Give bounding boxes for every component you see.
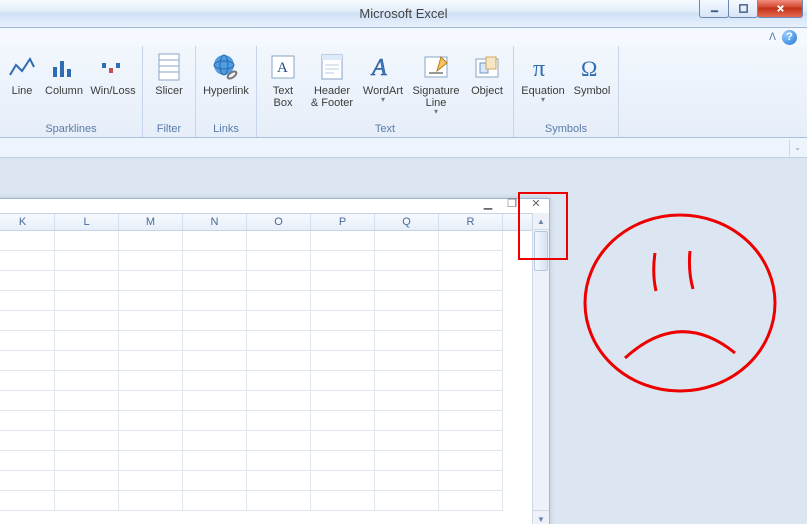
sheet-restore-button[interactable]: ❐	[505, 197, 519, 209]
symbol-icon: Ω	[576, 51, 608, 83]
dropdown-arrow-icon: ▾	[541, 97, 545, 103]
header-footer-button[interactable]: Header & Footer	[307, 48, 357, 112]
slicer-icon	[153, 51, 185, 83]
help-icon[interactable]: ?	[782, 30, 797, 45]
svg-text:π: π	[533, 56, 545, 81]
dropdown-arrow-icon: ▾	[434, 109, 438, 115]
sparkline-column-button[interactable]: Column	[42, 48, 86, 100]
label: Object	[471, 85, 503, 97]
signature-line-icon	[420, 51, 452, 83]
sheet-close-button[interactable]: ✕	[529, 197, 543, 209]
header-footer-icon	[316, 51, 348, 83]
svg-text:A: A	[277, 60, 288, 76]
label: Win/Loss	[90, 85, 135, 97]
dropdown-arrow-icon: ▾	[381, 97, 385, 103]
column-header[interactable]: M	[119, 214, 183, 230]
worksheet-window: ▁ ❐ ✕ K L M N O P Q R	[0, 198, 550, 524]
sheet-minimize-button[interactable]: ▁	[481, 197, 495, 209]
workspace: ▁ ❐ ✕ K L M N O P Q R	[0, 158, 807, 524]
vertical-scrollbar[interactable]: ▲ ▼	[532, 213, 549, 524]
scroll-thumb[interactable]	[534, 231, 548, 271]
maximize-button[interactable]	[728, 0, 758, 18]
ribbon-collapse-icon[interactable]: ᐱ	[769, 32, 776, 43]
group-label: Symbols	[518, 122, 614, 137]
app-title: Microsoft Excel	[0, 6, 807, 21]
group-symbols: π Equation ▾ Ω Symbol Symbols	[514, 46, 619, 137]
label: Hyperlink	[203, 85, 249, 97]
column-header[interactable]: P	[311, 214, 375, 230]
signature-line-button[interactable]: Signature Line ▾	[409, 48, 463, 119]
column-header[interactable]: R	[439, 214, 503, 230]
group-label: Sparklines	[4, 122, 138, 137]
scroll-up-icon[interactable]: ▲	[533, 213, 549, 230]
scroll-down-icon[interactable]: ▼	[533, 510, 549, 524]
help-row: ᐱ ?	[0, 28, 807, 46]
svg-text:A: A	[370, 55, 387, 81]
group-filter: Slicer Filter	[143, 46, 196, 137]
label: Line	[12, 85, 33, 97]
group-label: Text	[261, 122, 509, 137]
group-text: A Text Box Header & Footer A WordArt ▾	[257, 46, 514, 137]
cell-grid[interactable]	[0, 231, 549, 511]
svg-text:Ω: Ω	[581, 56, 597, 81]
group-links: Hyperlink Links	[196, 46, 257, 137]
object-icon	[471, 51, 503, 83]
sparkline-winloss-button[interactable]: Win/Loss	[88, 48, 138, 100]
hyperlink-icon	[210, 51, 242, 83]
hyperlink-button[interactable]: Hyperlink	[200, 48, 252, 100]
textbox-button[interactable]: A Text Box	[261, 48, 305, 112]
sheet-window-controls: ▁ ❐ ✕	[481, 197, 543, 209]
sparkline-line-button[interactable]: Line	[4, 48, 40, 100]
label: Signature Line	[412, 85, 459, 109]
close-button[interactable]	[757, 0, 803, 18]
annotation-sad-face-icon	[570, 203, 790, 423]
object-button[interactable]: Object	[465, 48, 509, 100]
window-controls	[700, 0, 803, 18]
slicer-button[interactable]: Slicer	[147, 48, 191, 100]
sparkline-column-icon	[48, 51, 80, 83]
sparkline-winloss-icon	[97, 51, 129, 83]
sparkline-line-icon	[6, 51, 38, 83]
textbox-icon: A	[267, 51, 299, 83]
equation-icon: π	[527, 51, 559, 83]
column-headers: K L M N O P Q R	[0, 213, 549, 231]
formula-expand-icon[interactable]: ⌄	[789, 140, 805, 156]
title-bar: Microsoft Excel	[0, 0, 807, 28]
column-header[interactable]: O	[247, 214, 311, 230]
column-header[interactable]: L	[55, 214, 119, 230]
group-label: Links	[200, 122, 252, 137]
label: Header & Footer	[311, 85, 353, 109]
column-header[interactable]: K	[0, 214, 55, 230]
equation-button[interactable]: π Equation ▾	[518, 48, 568, 106]
minimize-button[interactable]	[699, 0, 729, 18]
label: Slicer	[155, 85, 183, 97]
symbol-button[interactable]: Ω Symbol	[570, 48, 614, 100]
formula-bar-area: ⌄	[0, 138, 807, 158]
column-header[interactable]: N	[183, 214, 247, 230]
label: Symbol	[574, 85, 611, 97]
group-sparklines: Line Column Win/Loss Sparklines	[0, 46, 143, 137]
ribbon: Line Column Win/Loss Sparklines	[0, 46, 807, 138]
label: Text Box	[273, 85, 293, 109]
wordart-button[interactable]: A WordArt ▾	[359, 48, 407, 106]
group-label: Filter	[147, 122, 191, 137]
column-header[interactable]: Q	[375, 214, 439, 230]
label: Column	[45, 85, 83, 97]
wordart-icon: A	[367, 51, 399, 83]
